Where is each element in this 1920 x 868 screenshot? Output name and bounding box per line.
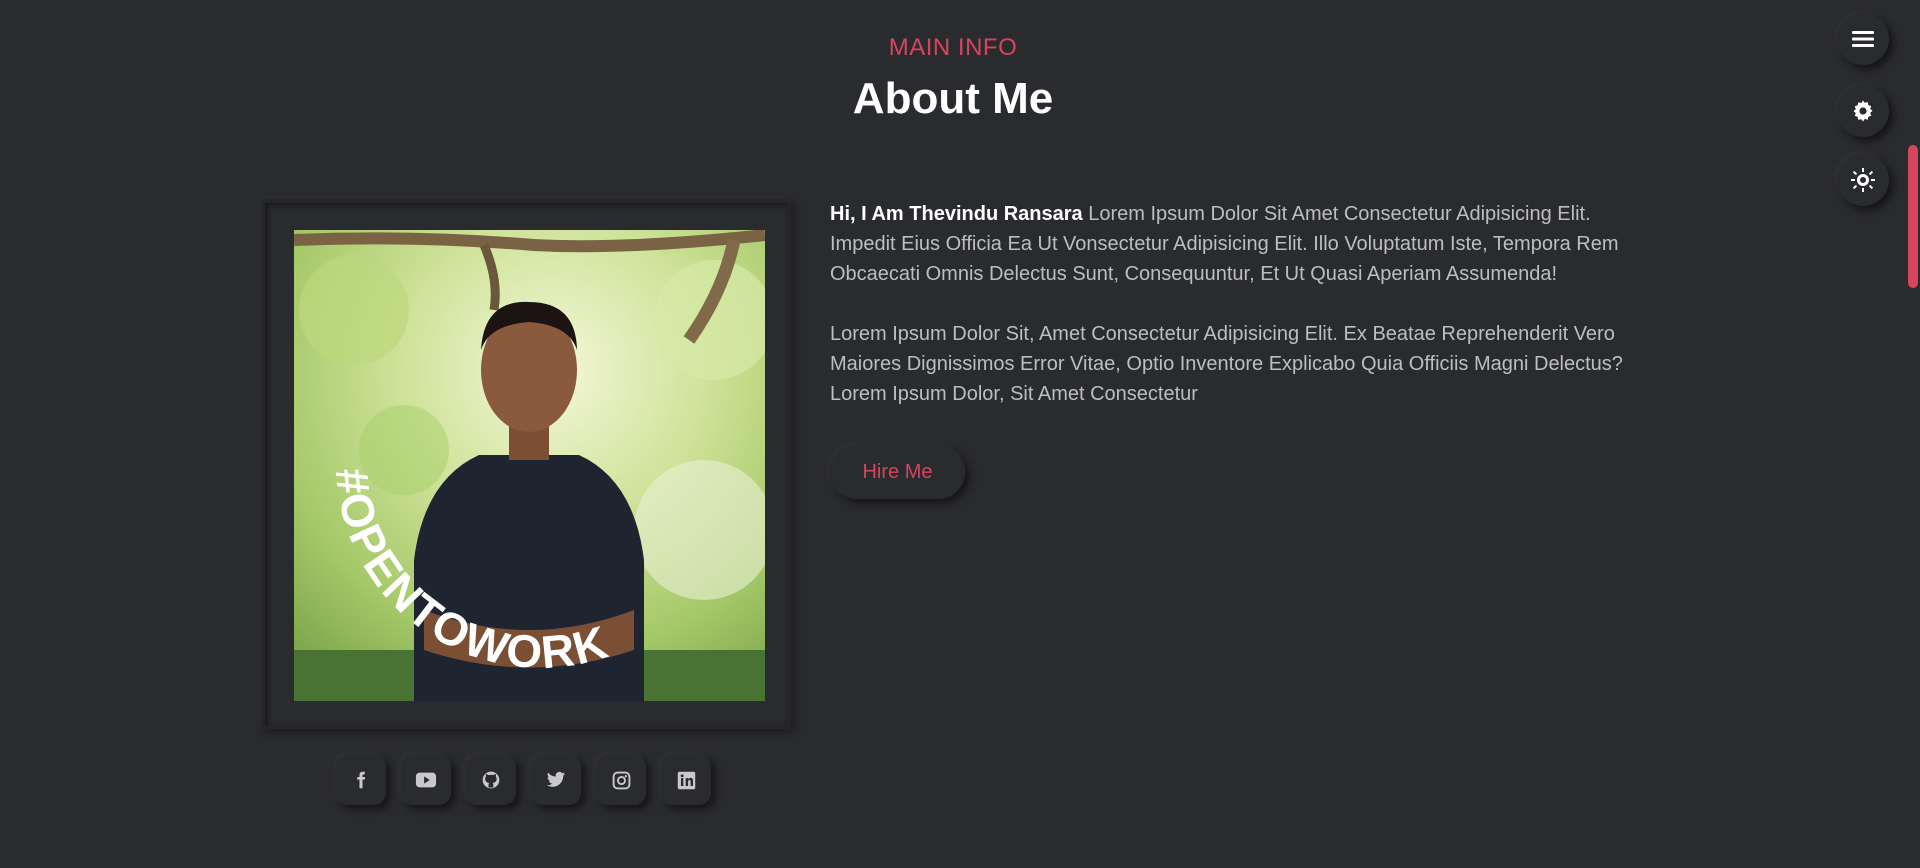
facebook-button[interactable] bbox=[336, 755, 386, 805]
settings-icon bbox=[1853, 100, 1873, 122]
menu-button[interactable] bbox=[1837, 13, 1889, 65]
bio-paragraph-1: Hi, I Am Thevindu Ransara Lorem Ipsum Do… bbox=[830, 199, 1650, 289]
instagram-button[interactable] bbox=[596, 755, 646, 805]
theme-toggle-icon bbox=[1851, 168, 1875, 192]
theme-toggle-button[interactable] bbox=[1837, 154, 1889, 206]
hire-me-button[interactable]: Hire Me bbox=[830, 445, 965, 499]
social-links bbox=[336, 755, 711, 805]
github-icon bbox=[482, 771, 500, 789]
twitter-icon bbox=[546, 771, 566, 787]
youtube-button[interactable] bbox=[401, 755, 451, 805]
section-subtitle: MAIN INFO bbox=[888, 34, 1018, 61]
facebook-icon bbox=[357, 771, 366, 789]
linkedin-button[interactable] bbox=[661, 755, 711, 805]
settings-button[interactable] bbox=[1837, 85, 1889, 137]
menu-icon bbox=[1852, 31, 1874, 47]
bio-greeting: Hi, I Am Thevindu Ransara bbox=[830, 203, 1083, 225]
profile-photo: #OPENTOWORK bbox=[294, 230, 765, 701]
profile-photo-frame: #OPENTOWORK bbox=[261, 199, 791, 729]
bio-paragraph-2: Lorem Ipsum Dolor Sit, Amet Consectetur … bbox=[830, 323, 1623, 405]
github-button[interactable] bbox=[466, 755, 516, 805]
youtube-icon bbox=[415, 772, 437, 788]
linkedin-icon bbox=[677, 771, 695, 789]
bio-text: Hi, I Am Thevindu Ransara Lorem Ipsum Do… bbox=[830, 199, 1650, 439]
section-title: About Me bbox=[852, 74, 1054, 123]
instagram-icon bbox=[612, 771, 630, 789]
twitter-button[interactable] bbox=[531, 755, 581, 805]
about-section: MAIN INFO About Me #OPENTOWORK Hi, I Am … bbox=[0, 0, 1920, 868]
scrollbar-thumb[interactable] bbox=[1908, 145, 1918, 288]
